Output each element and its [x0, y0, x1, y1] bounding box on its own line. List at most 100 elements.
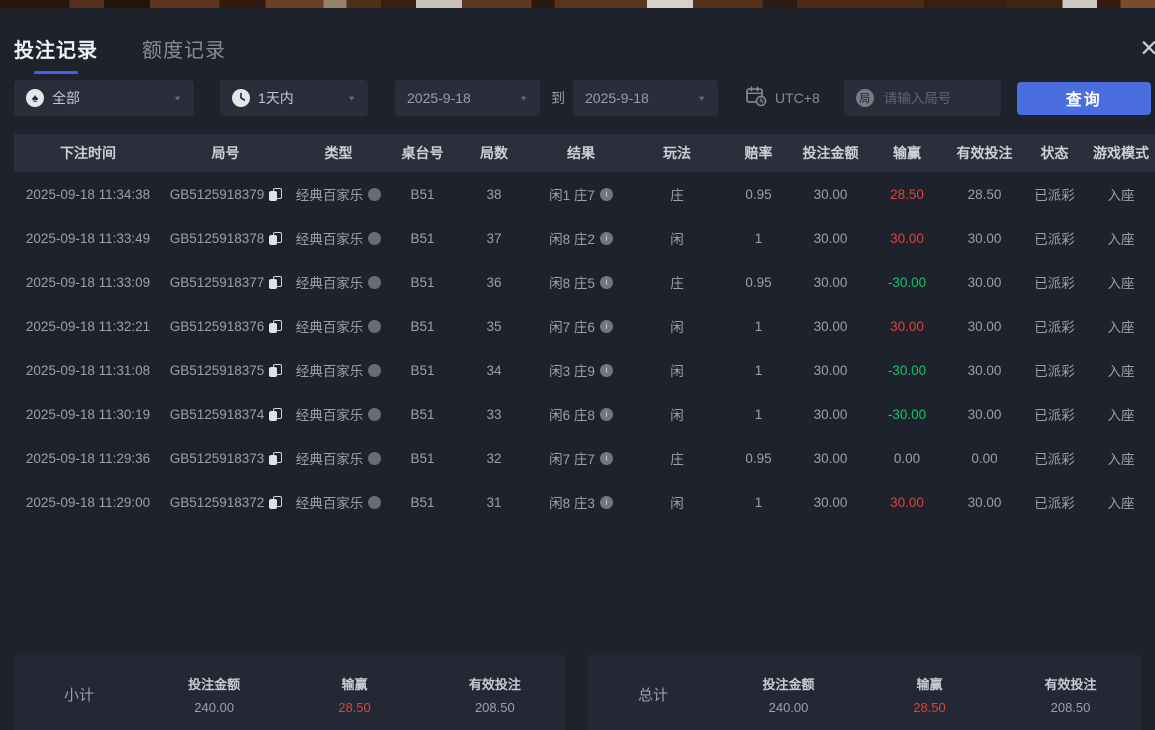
game-type-cell: 经典百家乐: [289, 360, 388, 380]
bet-time-cell: 2025-09-18 11:29:00: [25, 494, 151, 510]
bet-amount-cell: 30.00: [813, 362, 848, 378]
info-icon[interactable]: i: [599, 231, 613, 245]
column-header: 桌台号: [401, 145, 444, 161]
info-icon[interactable]: i: [599, 495, 613, 509]
copy-icon[interactable]: [269, 319, 283, 333]
status-cell: 已派彩: [1034, 188, 1075, 203]
column-header: 结果: [567, 145, 595, 161]
info-icon[interactable]: i: [599, 319, 613, 333]
win-loss-cell: 30.00: [890, 494, 924, 510]
background-video-strip: [0, 0, 1155, 8]
info-icon[interactable]: i: [599, 451, 613, 465]
round-id-cell: GB5125918375: [162, 363, 289, 378]
timezone-label: UTC+8: [775, 90, 820, 106]
copy-icon[interactable]: [269, 363, 283, 377]
valid-bet-cell: 30.00: [967, 230, 1002, 246]
game-type-select[interactable]: ♠ 全部 ▼: [14, 80, 194, 116]
round-search-input[interactable]: [881, 89, 989, 107]
odds-cell: 1: [754, 230, 763, 246]
copy-icon[interactable]: [269, 407, 283, 421]
win-loss-cell: -30.00: [887, 274, 927, 290]
tab-bet-record[interactable]: 投注记录: [14, 34, 98, 74]
play-type-cell: 闲: [670, 364, 684, 379]
copy-icon[interactable]: [269, 231, 283, 245]
odds-cell: 1: [754, 494, 763, 510]
game-type-cell: 经典百家乐: [289, 404, 388, 424]
copy-icon[interactable]: [269, 451, 283, 465]
win-loss-cell: 28.50: [890, 186, 924, 202]
play-type-cell: 闲: [670, 496, 684, 511]
round-id-cell: GB5125918372: [162, 495, 289, 510]
summary-footer: 小计 投注金额 240.00 输赢 28.50 有效投注 208.50 总计 投…: [0, 655, 1155, 730]
status-cell: 已派彩: [1034, 276, 1075, 291]
bet-amount-cell: 30.00: [813, 230, 848, 246]
table-number-cell: B51: [410, 450, 435, 466]
bet-time-cell: 2025-09-18 11:33:49: [25, 230, 151, 246]
info-icon[interactable]: i: [599, 407, 613, 421]
round-id-cell: GB5125918373: [162, 451, 289, 466]
table-number-cell: B51: [410, 406, 435, 422]
time-range-value: 1天内: [258, 90, 294, 106]
game-type-cell: 经典百家乐: [289, 316, 388, 336]
valid-bet-cell: 30.00: [967, 406, 1002, 422]
round-number-cell: 31: [486, 494, 502, 510]
odds-cell: 0.95: [745, 274, 772, 290]
info-icon[interactable]: i: [599, 187, 613, 201]
game-type-cell: 经典百家乐: [289, 492, 388, 512]
date-from-select[interactable]: 2025-9-18 ▼: [395, 80, 540, 116]
bet-amount-cell: 30.00: [813, 494, 848, 510]
date-to-select[interactable]: 2025-9-18 ▼: [573, 80, 718, 116]
copy-icon[interactable]: [269, 495, 283, 509]
game-type-cell: 经典百家乐: [289, 228, 388, 248]
spade-icon: ♠: [26, 89, 44, 107]
column-header: 局数: [480, 145, 508, 161]
game-mode-cell: 入座: [1107, 188, 1135, 203]
table-row: 2025-09-18 11:33:49 GB5125918378 经典百家乐 B…: [14, 216, 1155, 260]
valid-bet-cell: 30.00: [967, 362, 1002, 378]
table-row: 2025-09-18 11:33:09 GB5125918377 经典百家乐 B…: [14, 260, 1155, 304]
status-cell: 已派彩: [1034, 408, 1075, 423]
copy-icon[interactable]: [269, 187, 283, 201]
copy-icon[interactable]: [269, 275, 283, 289]
result-cell: 闲7 庄7 i: [531, 448, 631, 468]
result-cell: 闲6 庄8 i: [531, 404, 631, 424]
provider-dot-icon: [368, 319, 382, 333]
round-number-cell: 37: [486, 230, 502, 246]
game-type-cell: 经典百家乐: [289, 272, 388, 292]
table-row: 2025-09-18 11:29:00 GB5125918372 经典百家乐 B…: [14, 480, 1155, 524]
total-valid-bet: 有效投注 208.50: [1044, 677, 1097, 715]
game-mode-cell: 入座: [1107, 364, 1135, 379]
game-mode-cell: 入座: [1107, 452, 1135, 467]
round-id-cell: GB5125918376: [162, 319, 289, 334]
total-win-loss: 输赢 28.50: [913, 677, 946, 715]
round-search-box[interactable]: 局: [843, 80, 1001, 116]
info-icon[interactable]: i: [599, 363, 613, 377]
table-number-cell: B51: [410, 362, 435, 378]
column-header: 投注金额: [802, 145, 859, 161]
time-range-select[interactable]: 1天内 ▼: [220, 80, 368, 116]
bet-time-cell: 2025-09-18 11:31:08: [25, 362, 151, 378]
calendar-clock-icon: [744, 84, 768, 113]
status-cell: 已派彩: [1034, 320, 1075, 335]
info-icon[interactable]: i: [599, 275, 613, 289]
table-row: 2025-09-18 11:31:08 GB5125918375 经典百家乐 B…: [14, 348, 1155, 392]
table-row: 2025-09-18 11:30:19 GB5125918374 经典百家乐 B…: [14, 392, 1155, 436]
result-cell: 闲8 庄2 i: [531, 228, 631, 248]
result-cell: 闲8 庄5 i: [531, 272, 631, 292]
round-number-icon: 局: [855, 89, 874, 107]
round-id-cell: GB5125918377: [162, 275, 289, 290]
play-type-cell: 闲: [670, 232, 684, 247]
odds-cell: 1: [754, 362, 763, 378]
table-number-cell: B51: [410, 230, 435, 246]
bet-amount-cell: 30.00: [813, 274, 848, 290]
column-header: 下注时间: [60, 145, 116, 161]
bet-amount-cell: 30.00: [813, 406, 848, 422]
subtotal-bet-amount: 投注金额 240.00: [188, 677, 241, 715]
valid-bet-cell: 30.00: [967, 494, 1002, 510]
column-header: 有效投注: [956, 145, 1013, 161]
query-button[interactable]: 查询: [1016, 81, 1151, 115]
tab-quota-record[interactable]: 额度记录: [142, 34, 226, 74]
close-icon[interactable]: ✕: [1135, 34, 1155, 62]
table-number-cell: B51: [410, 494, 435, 510]
bet-time-cell: 2025-09-18 11:34:38: [25, 186, 151, 202]
